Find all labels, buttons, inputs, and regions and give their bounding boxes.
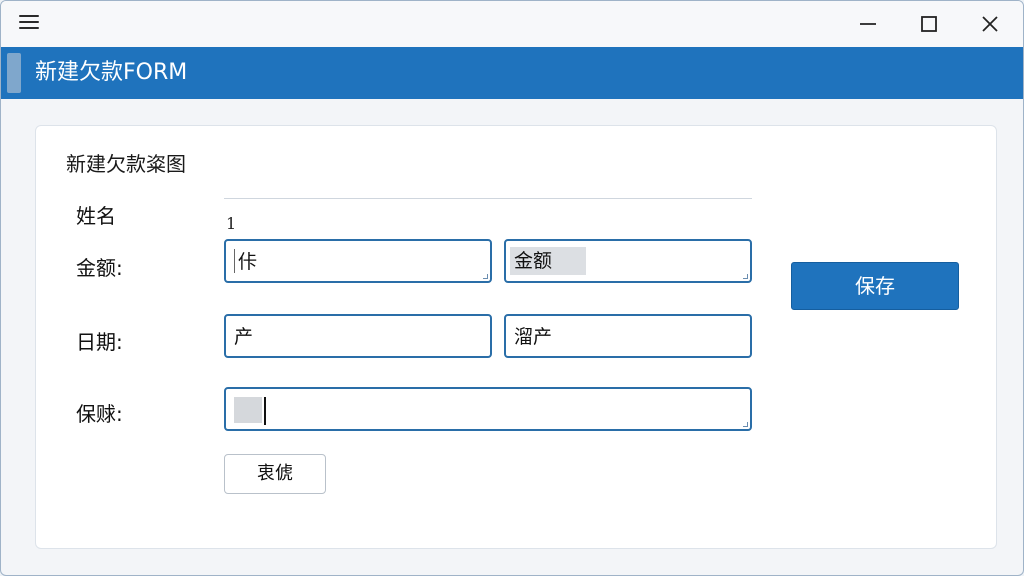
text-caret — [264, 397, 266, 425]
date-right-value: 溜产 — [514, 326, 553, 348]
divider — [224, 198, 752, 199]
amount-right-value: 金额 — [510, 247, 587, 275]
hamburger-menu-icon[interactable] — [19, 15, 39, 31]
amount-label: 金额: — [76, 256, 123, 280]
form-panel: 新建欠款粢图 姓名 1 金额: 佧 金额 日期: 产 溜产 保赇: 衷俿 — [35, 125, 997, 549]
maximize-icon[interactable] — [914, 9, 944, 39]
date-label: 日期: — [76, 330, 123, 354]
selection-highlight — [234, 397, 262, 423]
amount-right-input[interactable]: 金额 — [504, 239, 752, 283]
name-label: 姓名 — [76, 204, 116, 228]
date-right-input[interactable]: 溜产 — [504, 314, 752, 358]
minimize-icon[interactable] — [853, 9, 883, 39]
resize-grip-icon — [483, 274, 488, 279]
form-heading: 新建欠款粢图 — [66, 152, 186, 176]
text-cursor — [234, 249, 235, 273]
resize-grip-icon — [743, 274, 748, 279]
date-left-input[interactable]: 产 — [224, 314, 492, 358]
resize-grip-icon — [743, 422, 748, 427]
amount-left-input[interactable]: 佧 — [224, 239, 492, 283]
date-left-value: 产 — [234, 326, 254, 348]
app-header: 新建欠款FORM — [1, 47, 1023, 99]
close-icon[interactable] — [975, 9, 1005, 39]
save-button[interactable]: 保存 — [791, 262, 959, 310]
secondary-button[interactable]: 衷俿 — [224, 454, 326, 494]
window-title: 新建欠款FORM — [35, 60, 188, 85]
guarantee-input[interactable] — [224, 387, 752, 431]
app-window: 新建欠款FORM 新建欠款粢图 姓名 1 金额: 佧 金额 日期: 产 溜产 保… — [0, 0, 1024, 576]
guarantee-label: 保赇: — [76, 402, 123, 426]
header-accent — [7, 53, 21, 93]
amount-left-value: 佧 — [238, 251, 258, 273]
title-bar — [1, 1, 1023, 47]
record-number: 1 — [226, 214, 237, 233]
